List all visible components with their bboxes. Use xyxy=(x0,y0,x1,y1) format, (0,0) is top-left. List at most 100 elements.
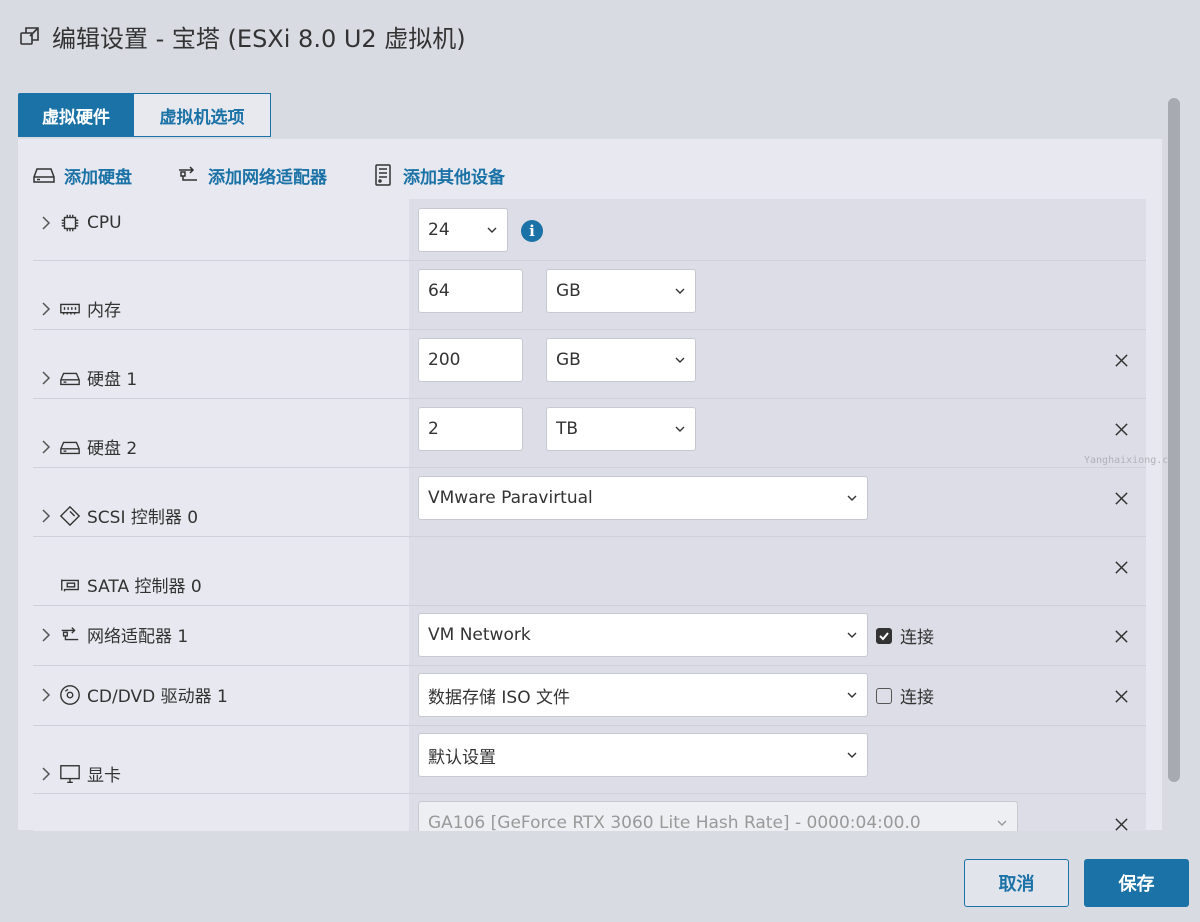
chevron-right-icon[interactable] xyxy=(39,439,53,454)
disk-1-size-input[interactable]: 200 xyxy=(418,338,523,382)
dialog-title: 编辑设置 - 宝塔 (ESXi 8.0 U2 虚拟机) xyxy=(18,16,466,56)
device-label-memory[interactable]: 内存 xyxy=(39,296,121,321)
add-network-adapter-button[interactable]: 添加网络适配器 xyxy=(176,163,327,188)
info-icon[interactable]: i xyxy=(521,220,543,242)
hard-disk-icon xyxy=(60,441,80,454)
cdrom-connect-label: 连接 xyxy=(900,688,934,708)
remove-disk-2-icon[interactable] xyxy=(1114,422,1129,437)
device-label-scsi[interactable]: SCSI 控制器 0 xyxy=(39,503,198,528)
device-row-disk-1: 硬盘 1 200 GB xyxy=(33,330,1146,399)
cpu-count-select[interactable]: 24 xyxy=(418,208,508,252)
checkbox-checked-icon[interactable] xyxy=(876,627,892,644)
scsi-controller-icon xyxy=(59,505,81,526)
chevron-down-icon xyxy=(847,495,857,501)
remove-sata-icon[interactable] xyxy=(1114,560,1129,575)
add-disk-label: 添加硬盘 xyxy=(64,167,132,188)
device-row-video: 显卡 默认设置 xyxy=(33,726,1146,794)
hard-disk-icon xyxy=(60,372,80,385)
pci-device-select[interactable]: GA106 [GeForce RTX 3060 Lite Hash Rate] … xyxy=(418,801,1018,831)
device-label-network[interactable]: 网络适配器 1 xyxy=(39,622,188,647)
disk-2-unit-select[interactable]: TB xyxy=(546,407,696,451)
hard-disk-icon xyxy=(33,168,55,183)
disk-2-size-value: 2 xyxy=(428,419,439,439)
network-connect-checkbox[interactable]: 连接 xyxy=(876,623,934,648)
chevron-down-icon xyxy=(847,692,857,698)
remove-cdrom-icon[interactable] xyxy=(1114,689,1129,704)
other-device-icon xyxy=(375,164,391,186)
disk-2-size-input[interactable]: 2 xyxy=(418,407,523,451)
scsi-type-select[interactable]: VMware Paravirtual xyxy=(418,476,868,520)
dialog-title-text: 编辑设置 - 宝塔 (ESXi 8.0 U2 虚拟机) xyxy=(52,24,466,53)
cpu-count-value: 24 xyxy=(428,220,450,240)
add-other-device-button[interactable]: 添加其他设备 xyxy=(371,163,505,188)
chevron-down-icon xyxy=(675,426,685,432)
network-value: VM Network xyxy=(428,625,531,645)
disk-2-label-text: 硬盘 2 xyxy=(87,439,138,459)
scsi-label-text: SCSI 控制器 0 xyxy=(87,508,199,528)
tab-vm-options[interactable]: 虚拟机选项 xyxy=(134,93,271,137)
scsi-type-value: VMware Paravirtual xyxy=(428,488,593,508)
cancel-button[interactable]: 取消 xyxy=(964,859,1069,907)
chevron-right-icon[interactable] xyxy=(39,687,53,702)
device-label-cdrom[interactable]: CD/DVD 驱动器 1 xyxy=(39,682,228,707)
device-row-sata: SATA 控制器 0 xyxy=(33,537,1146,606)
device-row-cdrom: CD/DVD 驱动器 1 数据存储 ISO 文件 连接 xyxy=(33,666,1146,726)
cdrom-source-value: 数据存储 ISO 文件 xyxy=(428,687,570,708)
memory-unit-value: GB xyxy=(556,281,581,301)
edit-settings-icon xyxy=(20,27,39,45)
cdrom-source-select[interactable]: 数据存储 ISO 文件 xyxy=(418,673,868,717)
chevron-right-icon[interactable] xyxy=(39,766,53,781)
chevron-right-icon[interactable] xyxy=(39,508,53,523)
save-button[interactable]: 保存 xyxy=(1084,859,1189,907)
device-row-memory: 内存 64 GB xyxy=(33,261,1146,330)
device-label-disk-2[interactable]: 硬盘 2 xyxy=(39,434,137,459)
chevron-down-icon xyxy=(675,288,685,294)
device-row-cpu: CPU 24 i xyxy=(33,199,1146,261)
network-adapter-icon xyxy=(61,626,79,640)
remove-network-icon[interactable] xyxy=(1114,629,1129,644)
vertical-scrollbar[interactable] xyxy=(1168,98,1180,782)
remove-disk-1-icon[interactable] xyxy=(1114,353,1129,368)
remove-pci-icon[interactable] xyxy=(1114,817,1129,832)
device-label-disk-1[interactable]: 硬盘 1 xyxy=(39,365,137,390)
checkbox-unchecked-icon[interactable] xyxy=(876,687,892,704)
add-network-label: 添加网络适配器 xyxy=(208,167,327,188)
chevron-right-icon[interactable] xyxy=(39,301,53,316)
chevron-right-icon[interactable] xyxy=(39,370,53,385)
chevron-down-icon xyxy=(675,357,685,363)
memory-label-text: 内存 xyxy=(87,301,121,321)
device-row-pci: GA106 [GeForce RTX 3060 Lite Hash Rate] … xyxy=(33,794,1146,831)
memory-unit-select[interactable]: GB xyxy=(546,269,696,313)
device-label-video[interactable]: 显卡 xyxy=(39,761,121,786)
disk-1-unit-value: GB xyxy=(556,350,581,370)
chevron-down-icon xyxy=(847,632,857,638)
chevron-down-icon xyxy=(487,227,497,233)
chevron-down-icon xyxy=(997,820,1007,826)
cdrom-connect-checkbox[interactable]: 连接 xyxy=(876,683,934,708)
tab-virtual-hardware[interactable]: 虚拟硬件 xyxy=(18,93,134,137)
device-row-network: 网络适配器 1 VM Network 连接 xyxy=(33,606,1146,666)
device-label-cpu[interactable]: CPU xyxy=(39,212,122,234)
disk-1-size-value: 200 xyxy=(428,350,461,370)
device-label-sata: SATA 控制器 0 xyxy=(39,572,202,597)
add-device-toolbar: 添加硬盘 添加网络适配器 添加其他设备 xyxy=(32,160,549,190)
disk-1-unit-select[interactable]: GB xyxy=(546,338,696,382)
memory-size-input[interactable]: 64 xyxy=(418,269,523,313)
chevron-right-icon[interactable] xyxy=(39,216,53,230)
sata-controller-icon xyxy=(61,579,79,591)
device-row-disk-2: 硬盘 2 2 TB xyxy=(33,399,1146,468)
tab-bar: 虚拟硬件 虚拟机选项 xyxy=(18,93,271,139)
sata-label-text: SATA 控制器 0 xyxy=(87,577,202,597)
add-other-label: 添加其他设备 xyxy=(403,167,505,188)
network-label-text: 网络适配器 1 xyxy=(87,627,189,647)
network-select[interactable]: VM Network xyxy=(418,613,868,657)
remove-scsi-icon[interactable] xyxy=(1114,491,1129,506)
pci-device-value: GA106 [GeForce RTX 3060 Lite Hash Rate] … xyxy=(428,813,921,831)
chevron-down-icon xyxy=(847,752,857,758)
video-settings-select[interactable]: 默认设置 xyxy=(418,733,868,777)
cpu-icon xyxy=(61,214,79,232)
add-disk-button[interactable]: 添加硬盘 xyxy=(32,163,132,188)
cd-dvd-icon xyxy=(60,684,80,705)
disk-1-label-text: 硬盘 1 xyxy=(87,370,138,390)
chevron-right-icon[interactable] xyxy=(39,627,53,642)
